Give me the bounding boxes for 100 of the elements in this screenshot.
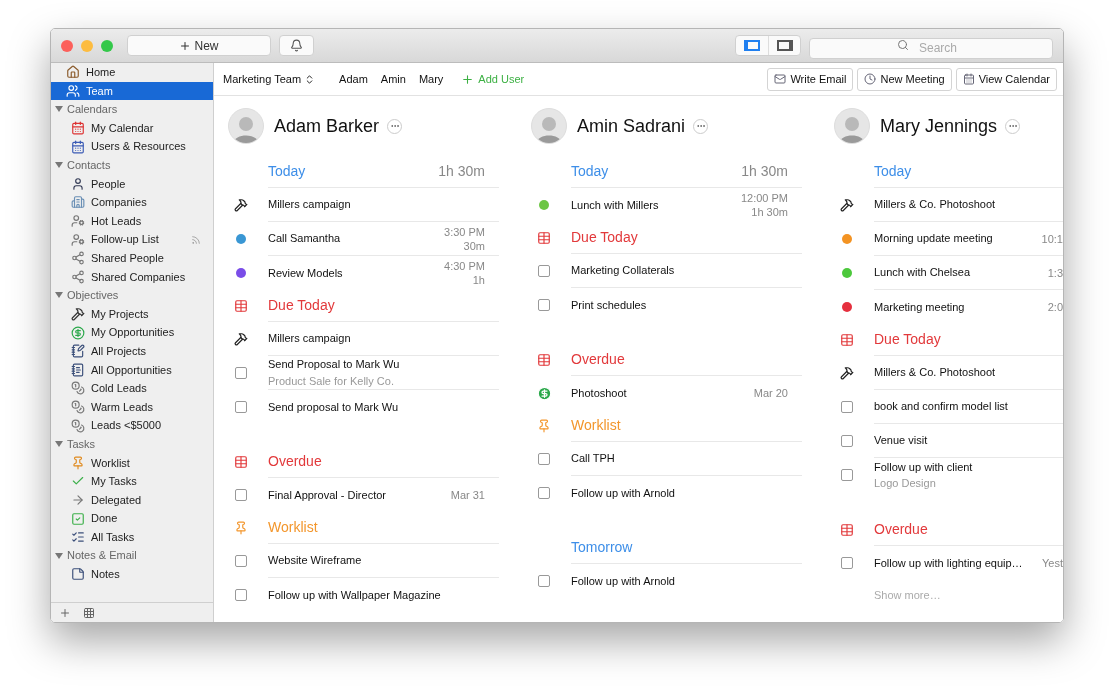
user-filter[interactable]: Adam xyxy=(339,70,368,88)
checkbox[interactable] xyxy=(841,469,853,481)
notes-icon xyxy=(71,567,85,582)
item-title[interactable]: Send proposal to Mark Wu xyxy=(268,398,485,416)
disclosure-triangle[interactable] xyxy=(55,551,63,560)
user-filter[interactable]: Amin xyxy=(380,70,406,88)
disclosure-triangle[interactable] xyxy=(55,440,63,449)
notebook-icon xyxy=(71,362,85,377)
item-title[interactable]: Call TPH xyxy=(571,450,788,467)
notebook-icon xyxy=(71,344,85,359)
item-title[interactable]: Follow up with Arnold xyxy=(571,572,788,590)
sidebar-item[interactable]: My Tasks xyxy=(51,472,213,491)
item-title[interactable]: Review Models xyxy=(268,264,445,282)
grid-icon[interactable] xyxy=(83,606,95,619)
disclosure-triangle[interactable] xyxy=(55,291,63,300)
sidebar-item[interactable]: Worklist xyxy=(51,453,213,473)
sidebar-item[interactable]: Done xyxy=(51,509,213,528)
item-title[interactable]: Millers & Co. Photoshoot xyxy=(874,196,1063,213)
toolbar-button[interactable]: Write Email xyxy=(767,67,854,91)
checkbox[interactable] xyxy=(235,489,247,501)
notifications-button[interactable] xyxy=(279,35,314,56)
close-button[interactable] xyxy=(61,39,73,52)
item-title[interactable]: Call Samantha xyxy=(268,230,445,247)
checkbox[interactable] xyxy=(841,435,853,447)
user-filter[interactable]: Mary xyxy=(418,70,444,88)
group-header: Calendars xyxy=(67,102,118,118)
section-title: Due Today xyxy=(268,296,335,315)
sidebar-item[interactable]: All Tasks xyxy=(51,527,213,547)
item-title[interactable]: Venue visit xyxy=(874,432,1063,449)
item-title[interactable]: Morning update meeting xyxy=(874,230,1042,247)
search-field[interactable]: Search xyxy=(809,37,1053,59)
mail-icon xyxy=(774,73,787,85)
checkbox[interactable] xyxy=(841,401,853,413)
sidebar-item[interactable]: My Projects xyxy=(51,304,213,324)
toolbar-button[interactable]: View Calendar xyxy=(955,67,1057,91)
section-title: Worklist xyxy=(268,518,318,537)
item-title[interactable]: Follow up with Wallpaper Magazine xyxy=(268,586,485,604)
checkbox[interactable] xyxy=(841,557,853,569)
sidebar-item[interactable]: All Projects xyxy=(51,341,213,361)
section-title: Today xyxy=(874,162,912,181)
checkbox[interactable] xyxy=(235,589,247,601)
disclosure-triangle[interactable] xyxy=(55,105,63,114)
item-title[interactable]: Millers campaign xyxy=(268,330,485,347)
item-title[interactable]: Follow up with Arnold xyxy=(571,484,788,502)
sidebar-item[interactable]: Notes xyxy=(51,565,213,584)
item-title[interactable]: Follow up with lighting equip… xyxy=(874,554,1042,572)
item-title[interactable]: Lunch with Millers xyxy=(571,196,741,214)
due-date: Mar 20 xyxy=(753,385,788,401)
checkbox[interactable] xyxy=(538,299,550,311)
shared-icon xyxy=(191,234,201,245)
sidebar-item[interactable]: Delegated xyxy=(51,490,213,510)
item-title[interactable]: Send Proposal to Mark Wu xyxy=(268,356,485,373)
sidebar-item[interactable]: All Opportunities xyxy=(51,360,213,380)
item-title[interactable]: Marketing Collaterals xyxy=(571,262,788,279)
sidebar-item[interactable]: Users & Resources xyxy=(51,137,213,156)
coins-icon xyxy=(71,400,85,414)
sidebar-item[interactable]: Team xyxy=(51,81,213,101)
checkbox[interactable] xyxy=(235,367,247,379)
item-title[interactable]: Print schedules xyxy=(571,296,788,314)
item-title[interactable]: Millers campaign xyxy=(268,196,485,213)
item-title[interactable]: Photoshoot xyxy=(571,384,754,402)
item-title[interactable]: Millers & Co. Photoshoot xyxy=(874,364,1063,381)
sidebar-item[interactable]: Cold Leads xyxy=(51,379,213,398)
checkbox[interactable] xyxy=(538,265,550,277)
disclosure-triangle[interactable] xyxy=(55,161,63,170)
item-title[interactable]: book and confirm model list xyxy=(874,398,1063,415)
sidebar-item[interactable]: People xyxy=(51,174,213,194)
sidebar-item[interactable]: Hot Leads xyxy=(51,211,213,231)
sidebar-item[interactable]: Shared People xyxy=(51,248,213,268)
item-title[interactable]: Follow up with client xyxy=(874,458,1063,475)
zoom-button[interactable] xyxy=(101,39,113,52)
sidebar-item[interactable]: My Calendar xyxy=(51,118,213,138)
total-duration: 1h 30m xyxy=(741,162,788,181)
checkbox[interactable] xyxy=(538,487,550,499)
toolbar-button[interactable]: New Meeting xyxy=(857,67,952,91)
team-selector[interactable]: Marketing Team xyxy=(223,70,316,88)
sidebar-item[interactable]: Companies xyxy=(51,193,213,212)
calendar-icon xyxy=(537,353,551,367)
sidebar-item[interactable]: Shared Companies xyxy=(51,267,213,287)
checkbox[interactable] xyxy=(538,453,550,465)
item-title[interactable]: Website Wireframe xyxy=(268,552,485,569)
new-button[interactable]: New xyxy=(127,35,271,56)
checkbox[interactable] xyxy=(235,555,247,567)
calendar-icon xyxy=(71,121,85,136)
checkbox[interactable] xyxy=(235,401,247,413)
sidebar-item[interactable]: Follow-up List xyxy=(51,230,213,249)
sidebar-item[interactable]: Leads <$5000 xyxy=(51,416,213,435)
sidebar-item[interactable]: Warm Leads xyxy=(51,397,213,417)
calendar-icon xyxy=(71,139,85,154)
coins-icon xyxy=(71,381,85,396)
checkbox[interactable] xyxy=(538,575,550,587)
due-date: Yest xyxy=(1042,555,1063,571)
list-icon xyxy=(71,530,85,545)
person-icon xyxy=(71,176,85,191)
sidebar-item[interactable]: My Opportunities xyxy=(51,323,213,342)
sidebar-item[interactable]: Home xyxy=(51,63,213,82)
item-title[interactable]: Marketing meeting xyxy=(874,298,1048,316)
item-title[interactable]: Final Approval - Director xyxy=(268,486,451,504)
add-icon[interactable] xyxy=(59,606,71,619)
item-title[interactable]: Lunch with Chelsea xyxy=(874,264,1048,281)
